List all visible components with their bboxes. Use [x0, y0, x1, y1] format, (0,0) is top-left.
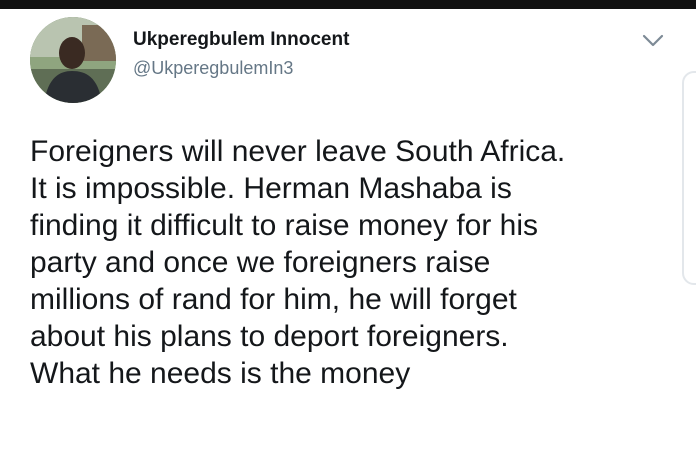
- user-handle[interactable]: @UkperegbulemIn3: [133, 56, 349, 80]
- chevron-down-icon[interactable]: [640, 30, 666, 50]
- user-info: Ukperegbulem Innocent @UkperegbulemIn3: [133, 28, 349, 80]
- tweet-text-line: about his plans to deport foreigners.: [30, 320, 509, 353]
- tweet-text-line: party and once we foreigners raise: [30, 246, 491, 279]
- tweet-text-line: Foreigners will never leave South Africa…: [30, 135, 566, 168]
- tweet-card: Ukperegbulem Innocent @UkperegbulemIn3 F…: [0, 9, 696, 454]
- tweet-text-line: It is impossible. Herman Mashaba is: [30, 172, 512, 205]
- tweet-text-line: millions of rand for him, he will forget: [30, 283, 517, 316]
- avatar[interactable]: [30, 17, 116, 103]
- tweet-text: Foreigners will never leave South Africa…: [30, 133, 670, 392]
- status-bar: [0, 0, 696, 9]
- display-name[interactable]: Ukperegbulem Innocent: [133, 28, 349, 52]
- tweet-text-line: What he needs is the money: [30, 357, 411, 390]
- tweet-text-line: finding it difficult to raise money for …: [30, 209, 539, 242]
- adjacent-card-edge: [682, 71, 696, 285]
